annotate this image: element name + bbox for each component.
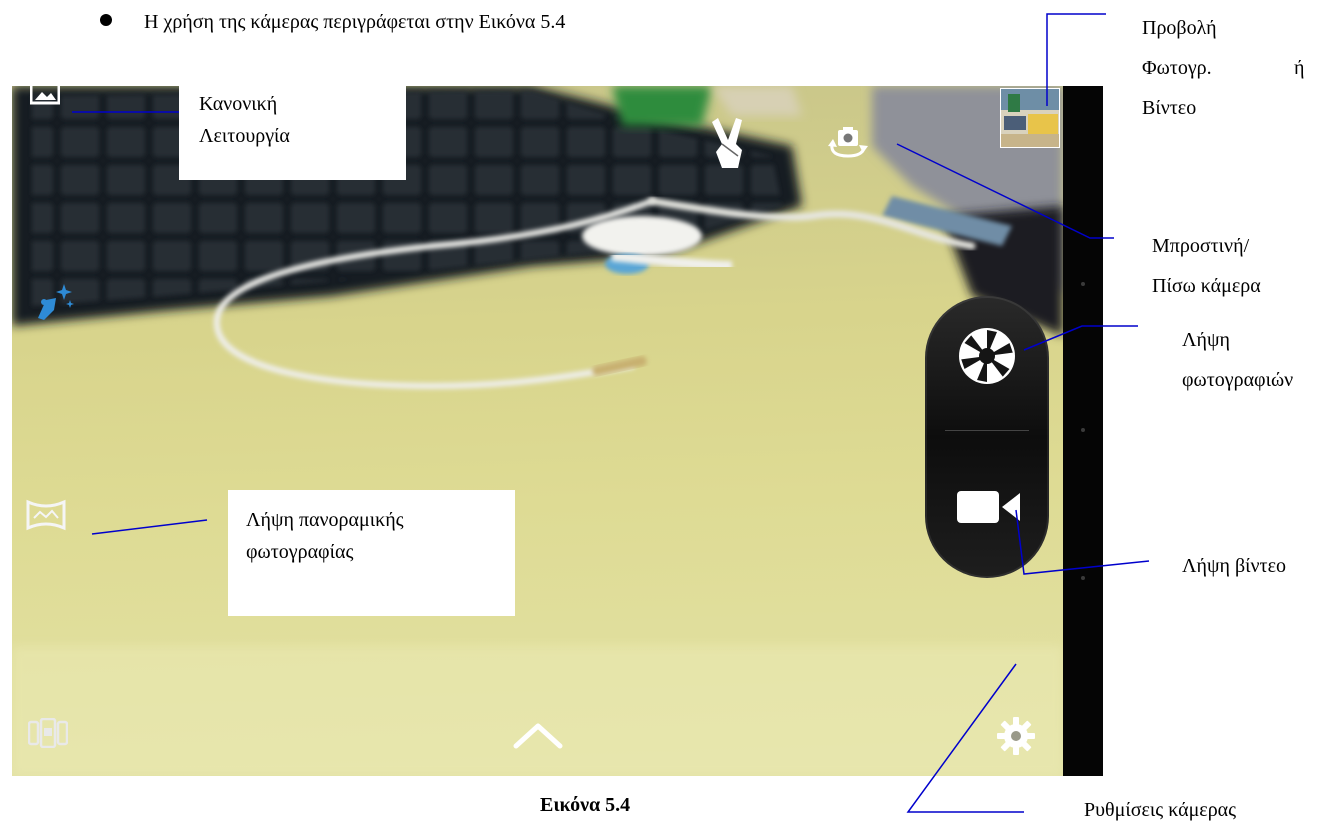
- leader-settings: [906, 663, 1024, 813]
- leader-lines: [72, 13, 1150, 813]
- leader-view-photo: [1046, 13, 1106, 106]
- leader-panorama: [91, 519, 208, 535]
- leader-take-photo: [1023, 325, 1138, 351]
- leader-take-video: [1015, 509, 1150, 575]
- leader-front-back: [896, 143, 1114, 239]
